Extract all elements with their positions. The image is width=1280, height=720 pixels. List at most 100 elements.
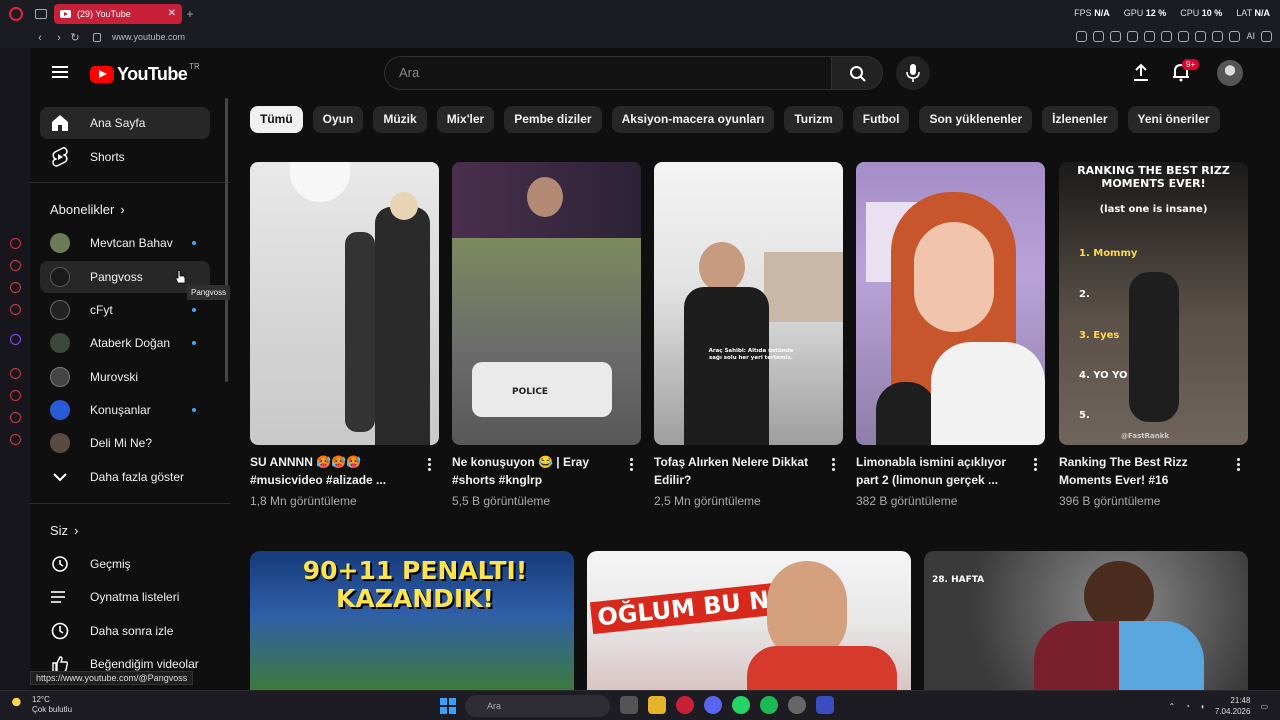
chip[interactable]: Son yüklenenler [919,106,1033,133]
taskbar-search-input[interactable]: Ara [465,695,610,717]
chip[interactable]: Tümü [250,106,303,133]
search-button[interactable] [831,56,883,90]
opera-sidebar-app-icon[interactable] [10,412,21,423]
windows-start-icon[interactable] [440,698,456,714]
short-card[interactable]: SU ANNNN 🥵🥵🥵 #musicvideo #alizade ... 1,… [250,162,439,508]
aria-ai-button[interactable]: AI [1246,31,1255,42]
video-thumbnail[interactable]: 28. HAFTA [924,551,1248,691]
sidebar-item-subscription[interactable]: Konuşanlar [40,394,210,426]
opera-gx-icon[interactable] [676,696,694,714]
tab-search-icon[interactable] [1127,31,1139,42]
reload-icon[interactable]: ↻ [68,31,82,45]
short-thumbnail[interactable] [856,162,1045,445]
sidebar-item-subscription[interactable]: Mevtcan Bahav [40,227,210,259]
short-thumbnail[interactable] [250,162,439,445]
address-bar[interactable]: www.youtube.com [112,32,185,42]
video-thumbnail[interactable]: OĞLUM BU NE? [587,551,911,691]
sidebar-item-subscription[interactable]: Deli Mi Ne? [40,427,210,459]
discord-icon[interactable] [704,696,722,714]
short-thumbnail[interactable]: POLICE [452,162,641,445]
search-input[interactable]: Ara [384,56,831,90]
close-tab-icon[interactable]: ✕ [168,8,176,19]
tab-island-icon[interactable] [35,9,47,19]
network-icon[interactable]: ◔ [1185,702,1190,711]
short-title[interactable]: Ranking The Best Rizz Moments Ever! #16 [1059,453,1219,489]
snapshot-icon[interactable] [1110,31,1122,42]
clock[interactable]: 21:48 7.04.2026 [1215,695,1251,717]
short-thumbnail[interactable]: RANKING THE BEST RIZZ MOMENTS EVER! (las… [1059,162,1248,445]
short-card[interactable]: POLICE Ne konuşuyon 😂 | Eray #shorts #kn… [452,162,641,508]
more-options-icon[interactable] [1034,458,1037,472]
twitch-icon[interactable] [10,334,21,345]
opera-sidebar-app-icon[interactable] [10,238,21,249]
task-view-icon[interactable] [620,696,638,714]
opera-sidebar-app-icon[interactable] [10,304,21,315]
short-title[interactable]: Tofaş Alırken Nelere Dikkat Edilir? [654,453,814,489]
sidebar-item-subscription[interactable]: Ataberk Doğan [40,327,210,359]
chip[interactable]: Oyun [312,106,364,133]
chip[interactable]: Müzik [373,106,427,133]
opera-sidebar-app-icon[interactable] [10,368,21,379]
zoom-icon[interactable] [1076,31,1088,42]
menu-icon[interactable] [1261,31,1272,42]
pin-icon[interactable] [1093,31,1105,42]
weather-widget[interactable]: 12°C Çok bulutlu [10,695,72,715]
sidebar-item-playlists[interactable]: Oynatma listeleri [40,581,210,613]
menu-icon[interactable] [52,66,68,78]
chip[interactable]: İzlenenler [1042,106,1118,133]
account-avatar[interactable] [1217,60,1243,86]
opera-sidebar-app-icon[interactable] [10,282,21,293]
more-options-icon[interactable] [1237,458,1240,472]
back-icon[interactable]: ‹ [33,31,47,45]
short-card[interactable]: Araç Sahibi: Altıda üstünde sağı solu he… [654,162,843,508]
sidebar-item-subscription[interactable]: Murovski [40,361,210,393]
short-title[interactable]: Limonabla ismini açıklıyor part 2 (limon… [856,453,1016,489]
short-card[interactable]: RANKING THE BEST RIZZ MOMENTS EVER! (las… [1059,162,1248,508]
opera-logo-icon[interactable] [9,7,23,21]
extensions-icon[interactable] [1178,31,1190,42]
forward-icon[interactable]: › [52,31,66,45]
you-heading[interactable]: Siz › [50,523,78,538]
subscriptions-heading[interactable]: Abonelikler › [50,202,125,217]
chip[interactable]: Mix'ler [436,106,495,133]
more-options-icon[interactable] [630,458,633,472]
chip[interactable]: Turizm [784,106,843,133]
short-title[interactable]: SU ANNNN 🥵🥵🥵 #musicvideo #alizade ... [250,453,410,489]
easy-setup-icon[interactable] [1229,31,1241,42]
ea-app-icon[interactable] [816,696,834,714]
chip[interactable]: Yeni öneriler [1127,106,1220,133]
volume-icon[interactable]: ◖ [1200,702,1205,711]
chevron-up-icon[interactable]: ⌃ [1168,702,1175,711]
short-thumbnail[interactable]: Araç Sahibi: Altıda üstünde sağı solu he… [654,162,843,445]
file-explorer-icon[interactable] [648,696,666,714]
chip[interactable]: Pembe diziler [504,106,602,133]
opera-sidebar-app-icon[interactable] [10,390,21,401]
sidebar-item-history[interactable]: Geçmiş [40,548,210,580]
chip[interactable]: Futbol [852,106,910,133]
tab-youtube[interactable]: (29) YouTube ✕ [54,4,182,24]
upload-icon[interactable] [1131,62,1151,82]
sidebar-scrollbar[interactable] [225,98,228,382]
show-more-button[interactable]: Daha fazla göster [40,461,210,493]
chip[interactable]: Aksiyon-macera oyunları [611,106,775,133]
sidebar-item-subscription[interactable]: cFyt [40,294,210,326]
youtube-logo[interactable]: YouTube TR [90,62,200,85]
download-icon[interactable] [1212,31,1224,42]
wallet-icon[interactable] [1195,31,1207,42]
sidebar-item-watch-later[interactable]: Daha sonra izle [40,615,210,647]
notification-center-icon[interactable]: ▭ [1260,702,1268,711]
steam-icon[interactable] [788,696,806,714]
opera-sidebar-app-icon[interactable] [10,260,21,271]
sidebar-item-shorts[interactable]: Shorts [40,141,210,173]
more-options-icon[interactable] [832,458,835,472]
voice-search-button[interactable] [896,56,930,90]
short-card[interactable]: Limonabla ismini açıklıyor part 2 (limon… [856,162,1045,508]
spotify-icon[interactable] [760,696,778,714]
heart-icon[interactable] [1161,31,1173,42]
player-icon[interactable] [1144,31,1156,42]
sidebar-item-home[interactable]: Ana Sayfa [40,107,210,139]
settings-icon[interactable] [10,434,21,445]
more-options-icon[interactable] [428,458,431,472]
short-title[interactable]: Ne konuşuyon 😂 | Eray #shorts #knglrp [452,453,612,489]
new-tab-icon[interactable]: + [184,8,196,20]
